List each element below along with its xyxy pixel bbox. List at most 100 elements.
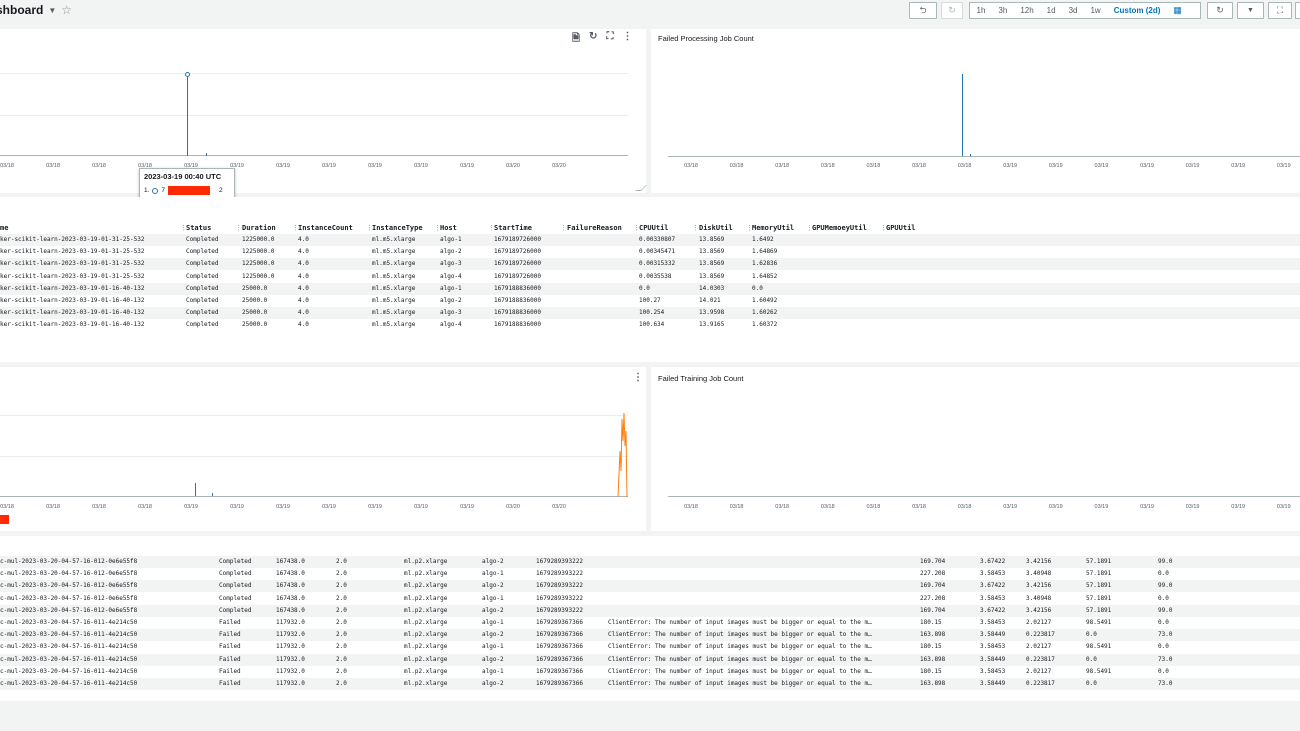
- table-cell: 4.0: [298, 272, 309, 280]
- table-row[interactable]: c-mul-2023-03-20-04-57-16-012-0e6e55f8 Co…: [0, 604, 1300, 617]
- x-tick-label: 03/19: [1048, 504, 1063, 510]
- chart-panel-training-jobs: ⋮ 03/18 03/18 03/18 03/18 03/19 03/19 03/19 03/…: [0, 367, 646, 531]
- x-tick-label: 03/20: [506, 163, 520, 169]
- range-1w[interactable]: 1w: [1084, 6, 1107, 15]
- table-row[interactable]: ker-scikit-learn-2023-03-19-01-31-25-532…: [0, 271, 1300, 283]
- chart-panel-processing-jobs: 🗎 ↻ ⛶ ⋮ 03/18 03/18 03/18 03/18 03/19 03/19 03…: [0, 29, 647, 193]
- table-cell: algo-2: [482, 606, 504, 614]
- table-cell: 25000.0: [242, 297, 268, 304]
- table-cell: 0.0: [1086, 631, 1097, 639]
- col-header-cpuutil[interactable]: CPUUtil: [639, 224, 669, 232]
- table-cell: 13.8569: [699, 272, 725, 280]
- resize-handle-icon[interactable]: [635, 185, 647, 191]
- tooltip-row-index: 1.: [144, 187, 150, 194]
- col-header-gpumemoeyutil[interactable]: GPUMemoeyUtil: [812, 224, 867, 232]
- col-header-host[interactable]: Host: [440, 224, 457, 232]
- table-cell: 57.1891: [1086, 606, 1112, 614]
- table-row[interactable]: ker-scikit-learn-2023-03-19-01-31-25-532…: [0, 246, 1300, 258]
- table-cell: 117932.0: [276, 680, 305, 687]
- undo-button[interactable]: ⮌: [909, 2, 937, 19]
- col-header-memoryutil[interactable]: MemoryUtil: [752, 224, 794, 232]
- calendar-icon[interactable]: ▦: [1167, 5, 1189, 16]
- table-cell: algo-2: [482, 582, 504, 590]
- table-row[interactable]: c-mul-2023-03-20-04-57-16-011-4e214c50 Fa…: [0, 666, 1300, 678]
- more-options-icon[interactable]: ⋮: [633, 372, 643, 383]
- time-range-selector: 1h 3h 12h 1d 3d 1w Custom (2d) ▦: [969, 2, 1201, 19]
- range-3d[interactable]: 3d: [1062, 6, 1084, 15]
- table-cell: 4.0: [298, 260, 309, 268]
- table-row[interactable]: c-mul-2023-03-20-04-57-16-011-4e214c50 Fa…: [0, 629, 1300, 642]
- table-cell: ml.p2.xlarge: [404, 594, 448, 602]
- x-tick-label: 03/18: [729, 163, 744, 169]
- table-cell: 73.0: [1158, 631, 1173, 639]
- col-header-duration[interactable]: Duration: [242, 224, 276, 232]
- favorite-star-icon[interactable]: ☆: [61, 3, 72, 17]
- range-1h[interactable]: 1h: [970, 6, 992, 15]
- refresh-icon[interactable]: ↻: [589, 31, 597, 48]
- table-row[interactable]: ker-scikit-learn-2023-03-19-01-31-25-532…: [0, 234, 1300, 246]
- col-header-starttime[interactable]: StartTime: [494, 224, 532, 232]
- col-header-name[interactable]: me: [0, 224, 8, 232]
- table-row[interactable]: c-mul-2023-03-20-04-57-16-012-0e6e55f8 Co…: [0, 580, 1300, 593]
- table-cell: Completed: [186, 260, 219, 268]
- tooltip-row-label: 7: [161, 187, 166, 194]
- table-cell: 167438.0: [276, 558, 305, 565]
- x-tick-label: 03/19: [276, 163, 290, 169]
- table-cell: 1679189726000: [494, 260, 541, 268]
- expand-icon[interactable]: ⛶: [606, 31, 613, 48]
- table-row[interactable]: c-mul-2023-03-20-04-57-16-011-4e214c50 Fa…: [0, 653, 1300, 666]
- training-jobs-table: c-mul-2023-03-20-04-57-16-012-0e6e55f8 Co…: [0, 556, 1300, 696]
- refresh-button[interactable]: ↻: [1207, 2, 1233, 19]
- table-row[interactable]: c-mul-2023-03-20-04-57-16-011-4e214c50 Fa…: [0, 678, 1300, 690]
- fullscreen-button[interactable]: ⛶: [1268, 2, 1292, 19]
- table-cell: 1679189726000: [494, 236, 541, 243]
- range-12h[interactable]: 12h: [1014, 6, 1040, 15]
- table-cell: ml.m5.xlarge: [372, 309, 416, 317]
- x-tick-label: 03/19: [1231, 163, 1246, 169]
- table-row[interactable]: c-mul-2023-03-20-04-57-16-012-0e6e55f8 Co…: [0, 593, 1300, 605]
- range-3h[interactable]: 3h: [992, 6, 1014, 15]
- col-header-gpuutil[interactable]: GPUUtil: [886, 224, 916, 232]
- table-cell: 1679188836000: [494, 309, 541, 317]
- table-cell: algo-1: [440, 236, 462, 243]
- table-cell: algo-1: [482, 594, 504, 602]
- col-header-diskutil[interactable]: DiskUtil: [699, 224, 733, 232]
- table-cell: 13.8569: [699, 236, 725, 243]
- redo-button[interactable]: ↻: [941, 2, 963, 19]
- table-cell: 2.0: [336, 667, 347, 675]
- table-cell: 3.58449: [980, 631, 1006, 639]
- table-cell: algo-2: [482, 558, 504, 565]
- table-cell: c-mul-2023-03-20-04-57-16-011-4e214c50: [0, 680, 138, 687]
- table-row[interactable]: ker-scikit-learn-2023-03-19-01-16-40-132…: [0, 282, 1300, 295]
- chevron-down-icon[interactable]: ▼: [48, 6, 56, 15]
- table-cell: ml.m5.xlarge: [372, 321, 416, 329]
- table-row[interactable]: ker-scikit-learn-2023-03-19-01-16-40-132…: [0, 307, 1300, 320]
- more-button[interactable]: [1295, 2, 1300, 19]
- document-icon[interactable]: 🗎: [572, 31, 580, 48]
- more-options-icon[interactable]: ⋮: [622, 31, 632, 48]
- dashboard-header: shboard ▼ ☆ ⮌ ↻ 1h 3h 12h 1d 3d 1w Custo…: [0, 0, 1300, 24]
- table-row[interactable]: c-mul-2023-03-20-04-57-16-011-4e214c50 Fa…: [0, 641, 1300, 653]
- table-row[interactable]: c-mul-2023-03-20-04-57-16-012-0e6e55f8 Co…: [0, 556, 1300, 568]
- table-cell: 25000.0: [242, 309, 268, 317]
- table-row[interactable]: c-mul-2023-03-20-04-57-16-011-4e214c50 Fa…: [0, 617, 1300, 629]
- table-row[interactable]: ker-scikit-learn-2023-03-19-01-16-40-132…: [0, 319, 1300, 331]
- x-tick-label: 03/19: [1094, 163, 1109, 169]
- table-cell: 4.0: [298, 284, 309, 292]
- refresh-options-button[interactable]: ▼: [1237, 2, 1264, 19]
- col-header-failurereason[interactable]: FailureReason: [567, 224, 622, 232]
- col-header-instancecount[interactable]: InstanceCount: [298, 224, 353, 232]
- table-row[interactable]: c-mul-2023-03-20-04-57-16-012-0e6e55f8 Co…: [0, 568, 1300, 580]
- range-1d[interactable]: 1d: [1040, 6, 1062, 15]
- table-cell: 1679189726000: [494, 272, 541, 280]
- table-cell: 2.02127: [1026, 619, 1052, 626]
- col-header-instancetype[interactable]: InstanceType: [372, 224, 423, 232]
- table-cell: ker-scikit-learn-2023-03-19-01-31-25-532: [0, 248, 145, 256]
- col-header-status[interactable]: Status: [186, 224, 211, 232]
- series-marker-icon: [152, 187, 159, 194]
- x-tick-label: 03/18: [820, 504, 835, 510]
- range-custom[interactable]: Custom (2d): [1107, 6, 1167, 15]
- table-row[interactable]: ker-scikit-learn-2023-03-19-01-31-25-532…: [0, 258, 1300, 271]
- table-cell: 99.0: [1158, 582, 1173, 590]
- table-row[interactable]: ker-scikit-learn-2023-03-19-01-16-40-132…: [0, 295, 1300, 307]
